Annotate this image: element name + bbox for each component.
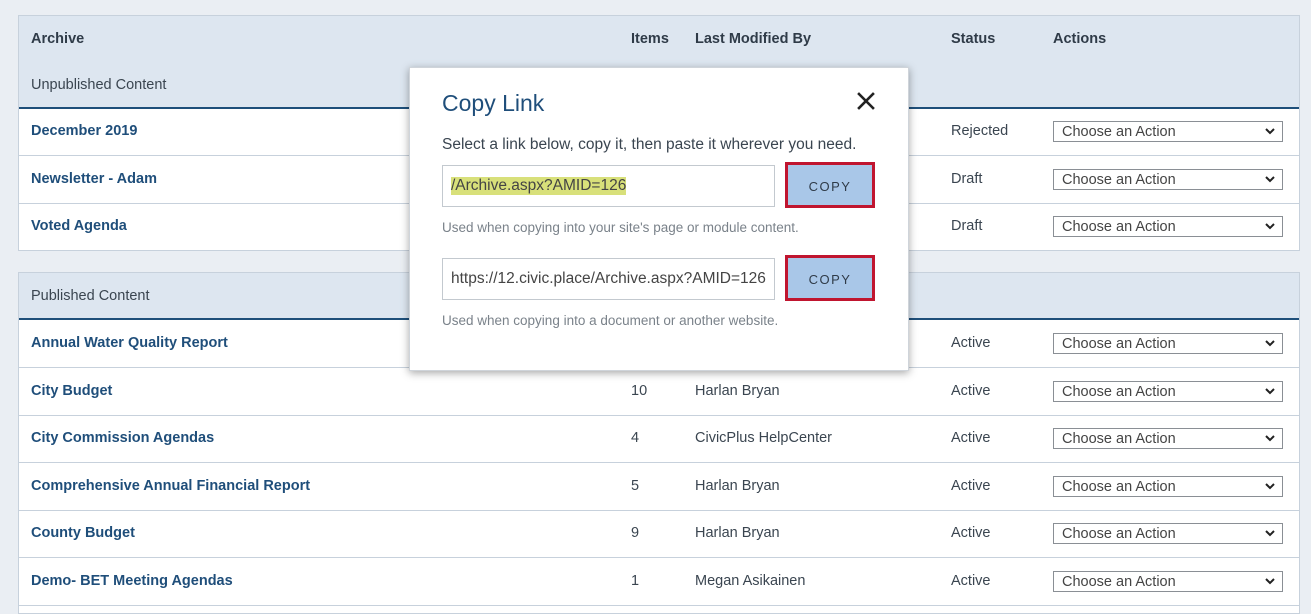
archive-title-link[interactable]: City Budget bbox=[31, 383, 112, 399]
archive-title-link[interactable]: Comprehensive Annual Financial Report bbox=[31, 478, 310, 494]
action-select-value: Choose an Action bbox=[1062, 219, 1176, 235]
action-select[interactable]: Choose an Action bbox=[1053, 216, 1283, 237]
chevron-down-icon bbox=[1265, 530, 1275, 537]
table-row: City Budget 10 Harlan Bryan Active Choose an… bbox=[19, 368, 1299, 416]
action-select[interactable]: Choose an Action bbox=[1053, 523, 1283, 544]
table-row: County Budget 9 Harlan Bryan Active Choose a… bbox=[19, 510, 1299, 558]
action-select[interactable]: Choose an Action bbox=[1053, 333, 1283, 354]
action-select[interactable]: Choose an Action bbox=[1053, 121, 1283, 142]
table-row: City Commission Agendas 4 CivicPlus HelpCe… bbox=[19, 415, 1299, 463]
action-select-value: Choose an Action bbox=[1062, 478, 1176, 495]
status-text: Active bbox=[951, 525, 991, 541]
action-select[interactable]: Choose an Action bbox=[1053, 475, 1283, 497]
copy-button-label: COPY bbox=[808, 179, 852, 194]
action-select[interactable]: Choose an Action bbox=[1053, 428, 1283, 449]
last-modified-by: Harlan Bryan bbox=[695, 382, 780, 399]
table-header: Archive Items Last Modified By Status Ac… bbox=[19, 16, 1299, 62]
copy-button-label: COPY bbox=[808, 272, 852, 287]
action-select[interactable]: Choose an Action bbox=[1053, 570, 1283, 592]
items-count: 4 bbox=[631, 430, 640, 446]
section-title: Unpublished Content bbox=[31, 77, 167, 93]
relative-link-help: Used when copying into your site's page … bbox=[442, 220, 799, 235]
last-modified-by: CivicPlus HelpCenter bbox=[695, 430, 832, 446]
action-select-value: Choose an Action bbox=[1062, 573, 1176, 590]
chevron-down-icon bbox=[1265, 387, 1275, 394]
archive-title-link[interactable]: December 2019 bbox=[31, 123, 137, 139]
chevron-down-icon bbox=[1265, 482, 1275, 489]
relative-link-value: /Archive.aspx?AMID=126 bbox=[451, 177, 627, 195]
status-text: Active bbox=[951, 335, 991, 351]
chevron-down-icon bbox=[1265, 577, 1275, 584]
items-count: 5 bbox=[631, 477, 640, 494]
items-count: 9 bbox=[631, 525, 640, 541]
status-text: Rejected bbox=[951, 123, 1009, 139]
column-status: Status bbox=[951, 31, 996, 47]
copy-link-modal: Copy Link Select a link below, copy it, … bbox=[409, 67, 909, 371]
copy-relative-link-button[interactable]: COPY bbox=[785, 162, 875, 208]
status-text: Active bbox=[951, 572, 991, 589]
column-actions: Actions bbox=[1053, 31, 1107, 47]
modal-title: Copy Link bbox=[442, 90, 545, 116]
section-title: Published Content bbox=[31, 288, 150, 304]
archive-title-link[interactable]: Voted Agenda bbox=[31, 218, 127, 234]
column-modified-by: Last Modified By bbox=[695, 31, 812, 47]
status-text: Active bbox=[951, 477, 991, 494]
archive-title-link[interactable]: City Commission Agendas bbox=[31, 430, 214, 446]
items-count: 10 bbox=[631, 382, 648, 399]
relative-link-field[interactable]: /Archive.aspx?AMID=126 bbox=[442, 165, 775, 207]
archive-title-link[interactable]: Annual Water Quality Report bbox=[31, 335, 228, 351]
archive-title-link[interactable]: County Budget bbox=[31, 525, 135, 541]
action-select-value: Choose an Action bbox=[1062, 431, 1176, 447]
last-modified-by: Megan Asikainen bbox=[695, 572, 806, 589]
status-text: Draft bbox=[951, 170, 983, 187]
archive-title-link[interactable]: Newsletter - Adam bbox=[31, 171, 157, 187]
column-archive: Archive bbox=[31, 31, 85, 47]
absolute-link-value: https://12.civic.place/Archive.aspx?AMID… bbox=[451, 270, 766, 287]
status-text: Active bbox=[951, 430, 991, 446]
chevron-down-icon bbox=[1265, 223, 1275, 230]
close-icon[interactable] bbox=[855, 90, 877, 112]
status-text: Draft bbox=[951, 218, 983, 234]
chevron-down-icon bbox=[1265, 435, 1275, 442]
chevron-down-icon bbox=[1265, 175, 1275, 182]
chevron-down-icon bbox=[1265, 340, 1275, 347]
last-modified-by: Harlan Bryan bbox=[695, 477, 780, 494]
chevron-down-icon bbox=[1265, 128, 1275, 135]
column-items: Items bbox=[631, 31, 669, 47]
table-row: Comprehensive Annual Financial Report 5 Ha… bbox=[19, 463, 1299, 511]
status-text: Active bbox=[951, 382, 991, 399]
action-select-value: Choose an Action bbox=[1062, 336, 1176, 352]
last-modified-by: Harlan Bryan bbox=[695, 525, 780, 541]
copy-absolute-link-button[interactable]: COPY bbox=[785, 255, 875, 301]
absolute-link-field[interactable]: https://12.civic.place/Archive.aspx?AMID… bbox=[442, 258, 775, 300]
absolute-link-help: Used when copying into a document or ano… bbox=[442, 313, 779, 328]
table-row: Demo- BET Meeting Agendas 1 Megan Asikaine… bbox=[19, 558, 1299, 606]
action-select-value: Choose an Action bbox=[1062, 526, 1176, 542]
archive-title-link[interactable]: Demo- BET Meeting Agendas bbox=[31, 573, 233, 589]
action-select-value: Choose an Action bbox=[1062, 171, 1176, 188]
items-count: 1 bbox=[631, 572, 640, 589]
modal-instructions: Select a link below, copy it, then paste… bbox=[442, 136, 857, 153]
action-select[interactable]: Choose an Action bbox=[1053, 168, 1283, 190]
action-select-value: Choose an Action bbox=[1062, 124, 1176, 140]
action-select-value: Choose an Action bbox=[1062, 383, 1176, 400]
action-select[interactable]: Choose an Action bbox=[1053, 380, 1283, 402]
